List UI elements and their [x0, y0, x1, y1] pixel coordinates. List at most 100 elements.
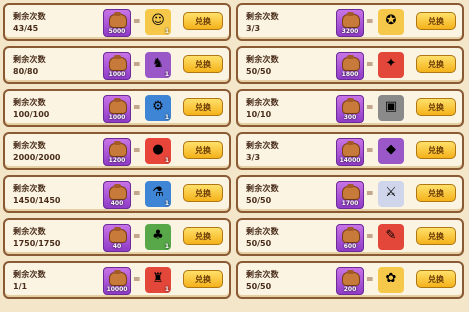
remaining-count: 43/45	[13, 24, 39, 33]
cost-currency-icon: 10000	[103, 267, 131, 295]
equals-sign: =	[366, 103, 374, 113]
cost-amount: 5000	[108, 28, 126, 35]
exchange-card: 剩余次数 10/10 300 = ▣ 兑换	[236, 89, 464, 127]
exchange-button[interactable]: 兑换	[416, 184, 456, 202]
cost-amount: 1700	[341, 200, 359, 207]
remaining-label: 剩余次数	[13, 12, 46, 21]
cost-amount: 1800	[341, 71, 359, 78]
reward-glyph: ⚔	[385, 185, 397, 200]
exchange-button[interactable]: 兑换	[416, 12, 456, 30]
coin-bag-icon	[342, 12, 360, 28]
exchange-card: 剩余次数 50/50 1800 = ✦ 兑换	[236, 46, 464, 84]
smiley-pet-icon: ☺ 1	[145, 9, 171, 35]
exchange-card: 剩余次数 2000/2000 1200 = ● 1 兑换	[3, 132, 231, 170]
coin-bag-icon	[109, 12, 127, 28]
cost-amount: 14000	[339, 157, 361, 164]
exchange-card: 剩余次数 3/3 3200 = ✪ 兑换	[236, 3, 464, 41]
remaining-count: 50/50	[246, 67, 272, 76]
exchange-card: 剩余次数 1450/1450 400 = ⚗ 1 兑换	[3, 175, 231, 213]
exchange-card: 剩余次数 1750/1750 40 = ♣ 1 兑换	[3, 218, 231, 256]
exchange-card: 剩余次数 1/1 10000 = ♜ 1 兑换	[3, 261, 231, 299]
cost-currency-icon: 400	[103, 181, 131, 209]
cost-currency-icon: 3200	[336, 9, 364, 37]
exchange-button[interactable]: 兑换	[183, 270, 223, 288]
exchange-button[interactable]: 兑换	[416, 98, 456, 116]
cost-currency-icon: 14000	[336, 138, 364, 166]
remaining-count: 1450/1450	[13, 196, 61, 205]
reward-glyph: ♜	[152, 271, 164, 286]
reward-glyph: ✦	[385, 56, 397, 71]
reward-count: 1	[164, 200, 169, 207]
green-pet-icon: ♣ 1	[145, 224, 171, 250]
remaining-label: 剩余次数	[246, 55, 279, 64]
gold-badge-icon: ✪	[378, 9, 404, 35]
exchange-button[interactable]: 兑换	[183, 227, 223, 245]
cost-currency-icon: 1700	[336, 181, 364, 209]
remaining-count: 100/100	[13, 110, 50, 119]
remaining-label: 剩余次数	[246, 98, 279, 107]
reward-glyph: ●	[152, 142, 164, 157]
exchange-card: 剩余次数 50/50 600 = ✎ 兑换	[236, 218, 464, 256]
coin-bag-icon	[342, 55, 360, 71]
exchange-button[interactable]: 兑换	[183, 141, 223, 159]
cost-currency-icon: 5000	[103, 9, 131, 37]
chest-icon: ▣	[378, 95, 404, 121]
reward-glyph: ▣	[384, 99, 398, 114]
exchange-button[interactable]: 兑换	[416, 227, 456, 245]
remaining-count: 80/80	[13, 67, 39, 76]
remaining-count: 3/3	[246, 153, 261, 162]
equals-sign: =	[366, 60, 374, 70]
equals-sign: =	[133, 275, 141, 285]
exchange-button[interactable]: 兑换	[416, 270, 456, 288]
exchange-button[interactable]: 兑换	[416, 55, 456, 73]
equals-sign: =	[366, 275, 374, 285]
remaining-count: 50/50	[246, 239, 272, 248]
remaining-label: 剩余次数	[246, 270, 279, 279]
exchange-button[interactable]: 兑换	[183, 12, 223, 30]
exchange-card: 剩余次数 43/45 5000 = ☺ 1 兑换	[3, 3, 231, 41]
cost-currency-icon: 200	[336, 267, 364, 295]
coin-bag-icon	[109, 270, 127, 286]
remaining-label: 剩余次数	[246, 184, 279, 193]
exchange-button[interactable]: 兑换	[183, 98, 223, 116]
reward-count: 1	[164, 114, 169, 121]
red-orb-icon: ● 1	[145, 138, 171, 164]
equals-sign: =	[366, 189, 374, 199]
cost-amount: 1000	[108, 71, 126, 78]
coin-bag-icon	[342, 98, 360, 114]
bottom-strip	[0, 312, 469, 321]
remaining-count: 10/10	[246, 110, 272, 119]
coin-bag-icon	[109, 184, 127, 200]
remaining-label: 剩余次数	[13, 184, 46, 193]
remaining-count: 2000/2000	[13, 153, 61, 162]
remaining-label: 剩余次数	[13, 98, 46, 107]
exchange-button[interactable]: 兑换	[183, 184, 223, 202]
remaining-count: 3/3	[246, 24, 261, 33]
equals-sign: =	[133, 60, 141, 70]
reward-glyph: ✎	[385, 228, 397, 243]
cost-currency-icon: 40	[103, 224, 131, 252]
cost-amount: 300	[343, 114, 357, 121]
equals-sign: =	[133, 103, 141, 113]
bunny-pet-icon: ♞ 1	[145, 52, 171, 78]
cost-currency-icon: 300	[336, 95, 364, 123]
exchange-card: 剩余次数 50/50 200 = ✿ 兑换	[236, 261, 464, 299]
cost-currency-icon: 1800	[336, 52, 364, 80]
equals-sign: =	[133, 146, 141, 156]
cost-currency-icon: 1000	[103, 95, 131, 123]
exchange-button[interactable]: 兑换	[416, 141, 456, 159]
reward-glyph: ♣	[152, 228, 164, 243]
exchange-card: 剩余次数 50/50 1700 = ⚔ 兑换	[236, 175, 464, 213]
cost-currency-icon: 600	[336, 224, 364, 252]
remaining-count: 1750/1750	[13, 239, 61, 248]
reward-count: 1	[164, 71, 169, 78]
equals-sign: =	[366, 146, 374, 156]
remaining-count: 50/50	[246, 196, 272, 205]
remaining-label: 剩余次数	[13, 270, 46, 279]
equals-sign: =	[133, 17, 141, 27]
exchange-button[interactable]: 兑换	[183, 55, 223, 73]
remaining-label: 剩余次数	[13, 141, 46, 150]
cost-currency-icon: 1000	[103, 52, 131, 80]
exchange-card: 剩余次数 3/3 14000 = ◆ 兑换	[236, 132, 464, 170]
cost-amount: 1200	[108, 157, 126, 164]
